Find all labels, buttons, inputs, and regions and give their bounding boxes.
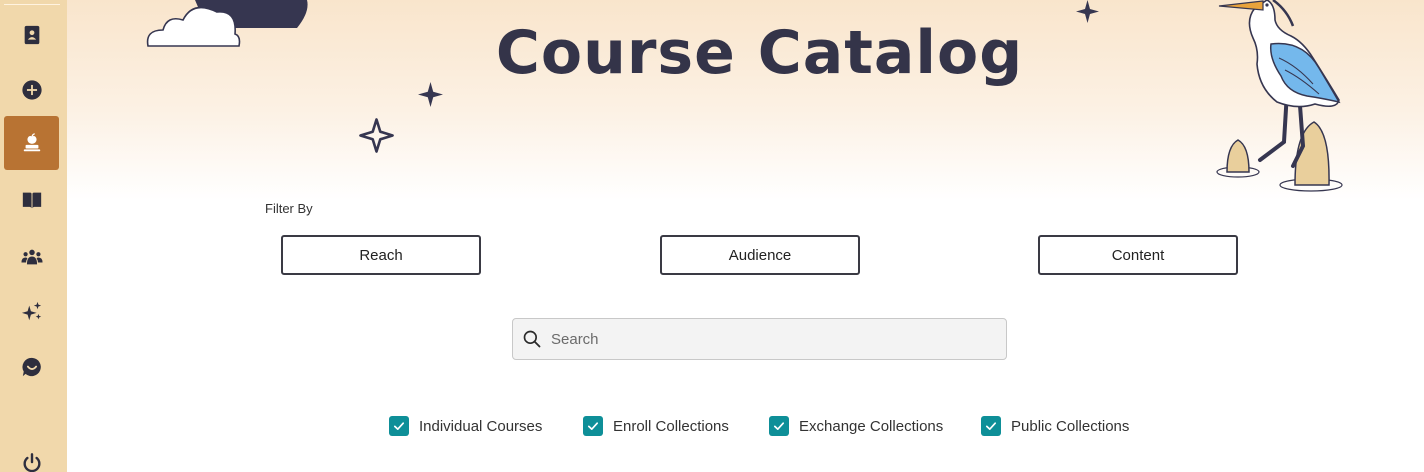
checkbox-label: Enroll Collections xyxy=(613,417,729,435)
enroll-collections-checkbox[interactable]: Enroll Collections xyxy=(583,416,729,436)
sparkles-icon xyxy=(21,301,41,321)
search-input[interactable] xyxy=(551,330,981,348)
public-collections-checkbox[interactable]: Public Collections xyxy=(981,416,1129,436)
filter-by-label: Filter By xyxy=(265,201,313,216)
checkmark-icon[interactable] xyxy=(389,416,409,436)
sidebar xyxy=(0,0,67,472)
checkmark-icon[interactable] xyxy=(981,416,1001,436)
outline-star-sparkle xyxy=(359,118,394,153)
checkmark-icon[interactable] xyxy=(583,416,603,436)
checkbox-label: Exchange Collections xyxy=(799,417,944,435)
sidebar-item-chat[interactable] xyxy=(4,340,59,394)
reach-filter-button[interactable]: Reach xyxy=(281,235,481,275)
sidebar-item-catalog[interactable] xyxy=(4,116,59,170)
audience-filter-button[interactable]: Audience xyxy=(660,235,860,275)
sidebar-item-logout[interactable] xyxy=(4,436,59,472)
contacts-book-icon xyxy=(24,25,39,45)
users-group-icon xyxy=(20,249,43,265)
teacher-apple-icon xyxy=(23,133,40,152)
chat-smile-icon xyxy=(22,357,41,377)
checkmark-icon[interactable] xyxy=(769,416,789,436)
checkbox-label: Public Collections xyxy=(1011,417,1130,435)
exchange-collections-checkbox[interactable]: Exchange Collections xyxy=(769,416,943,436)
sidebar-item-community[interactable] xyxy=(4,230,59,284)
sidebar-item-library[interactable] xyxy=(4,173,59,227)
search-bar xyxy=(512,318,1007,360)
checkbox-label: Individual Courses xyxy=(419,417,543,435)
main-content: Course Catalog Filter By Reach Audience … xyxy=(67,0,1424,472)
open-book-icon xyxy=(22,192,41,209)
search-icon xyxy=(522,329,542,349)
content-filter-button[interactable]: Content xyxy=(1038,235,1238,275)
sidebar-item-create[interactable] xyxy=(4,63,59,117)
power-icon xyxy=(22,453,41,472)
sidebar-item-contacts[interactable] xyxy=(4,8,59,62)
sidebar-item-ai[interactable] xyxy=(4,285,59,339)
sidebar-divider xyxy=(4,4,60,5)
individual-courses-checkbox[interactable]: Individual Courses xyxy=(389,416,542,436)
plus-circle-icon xyxy=(21,80,42,100)
page-title: Course Catalog xyxy=(495,18,1024,88)
